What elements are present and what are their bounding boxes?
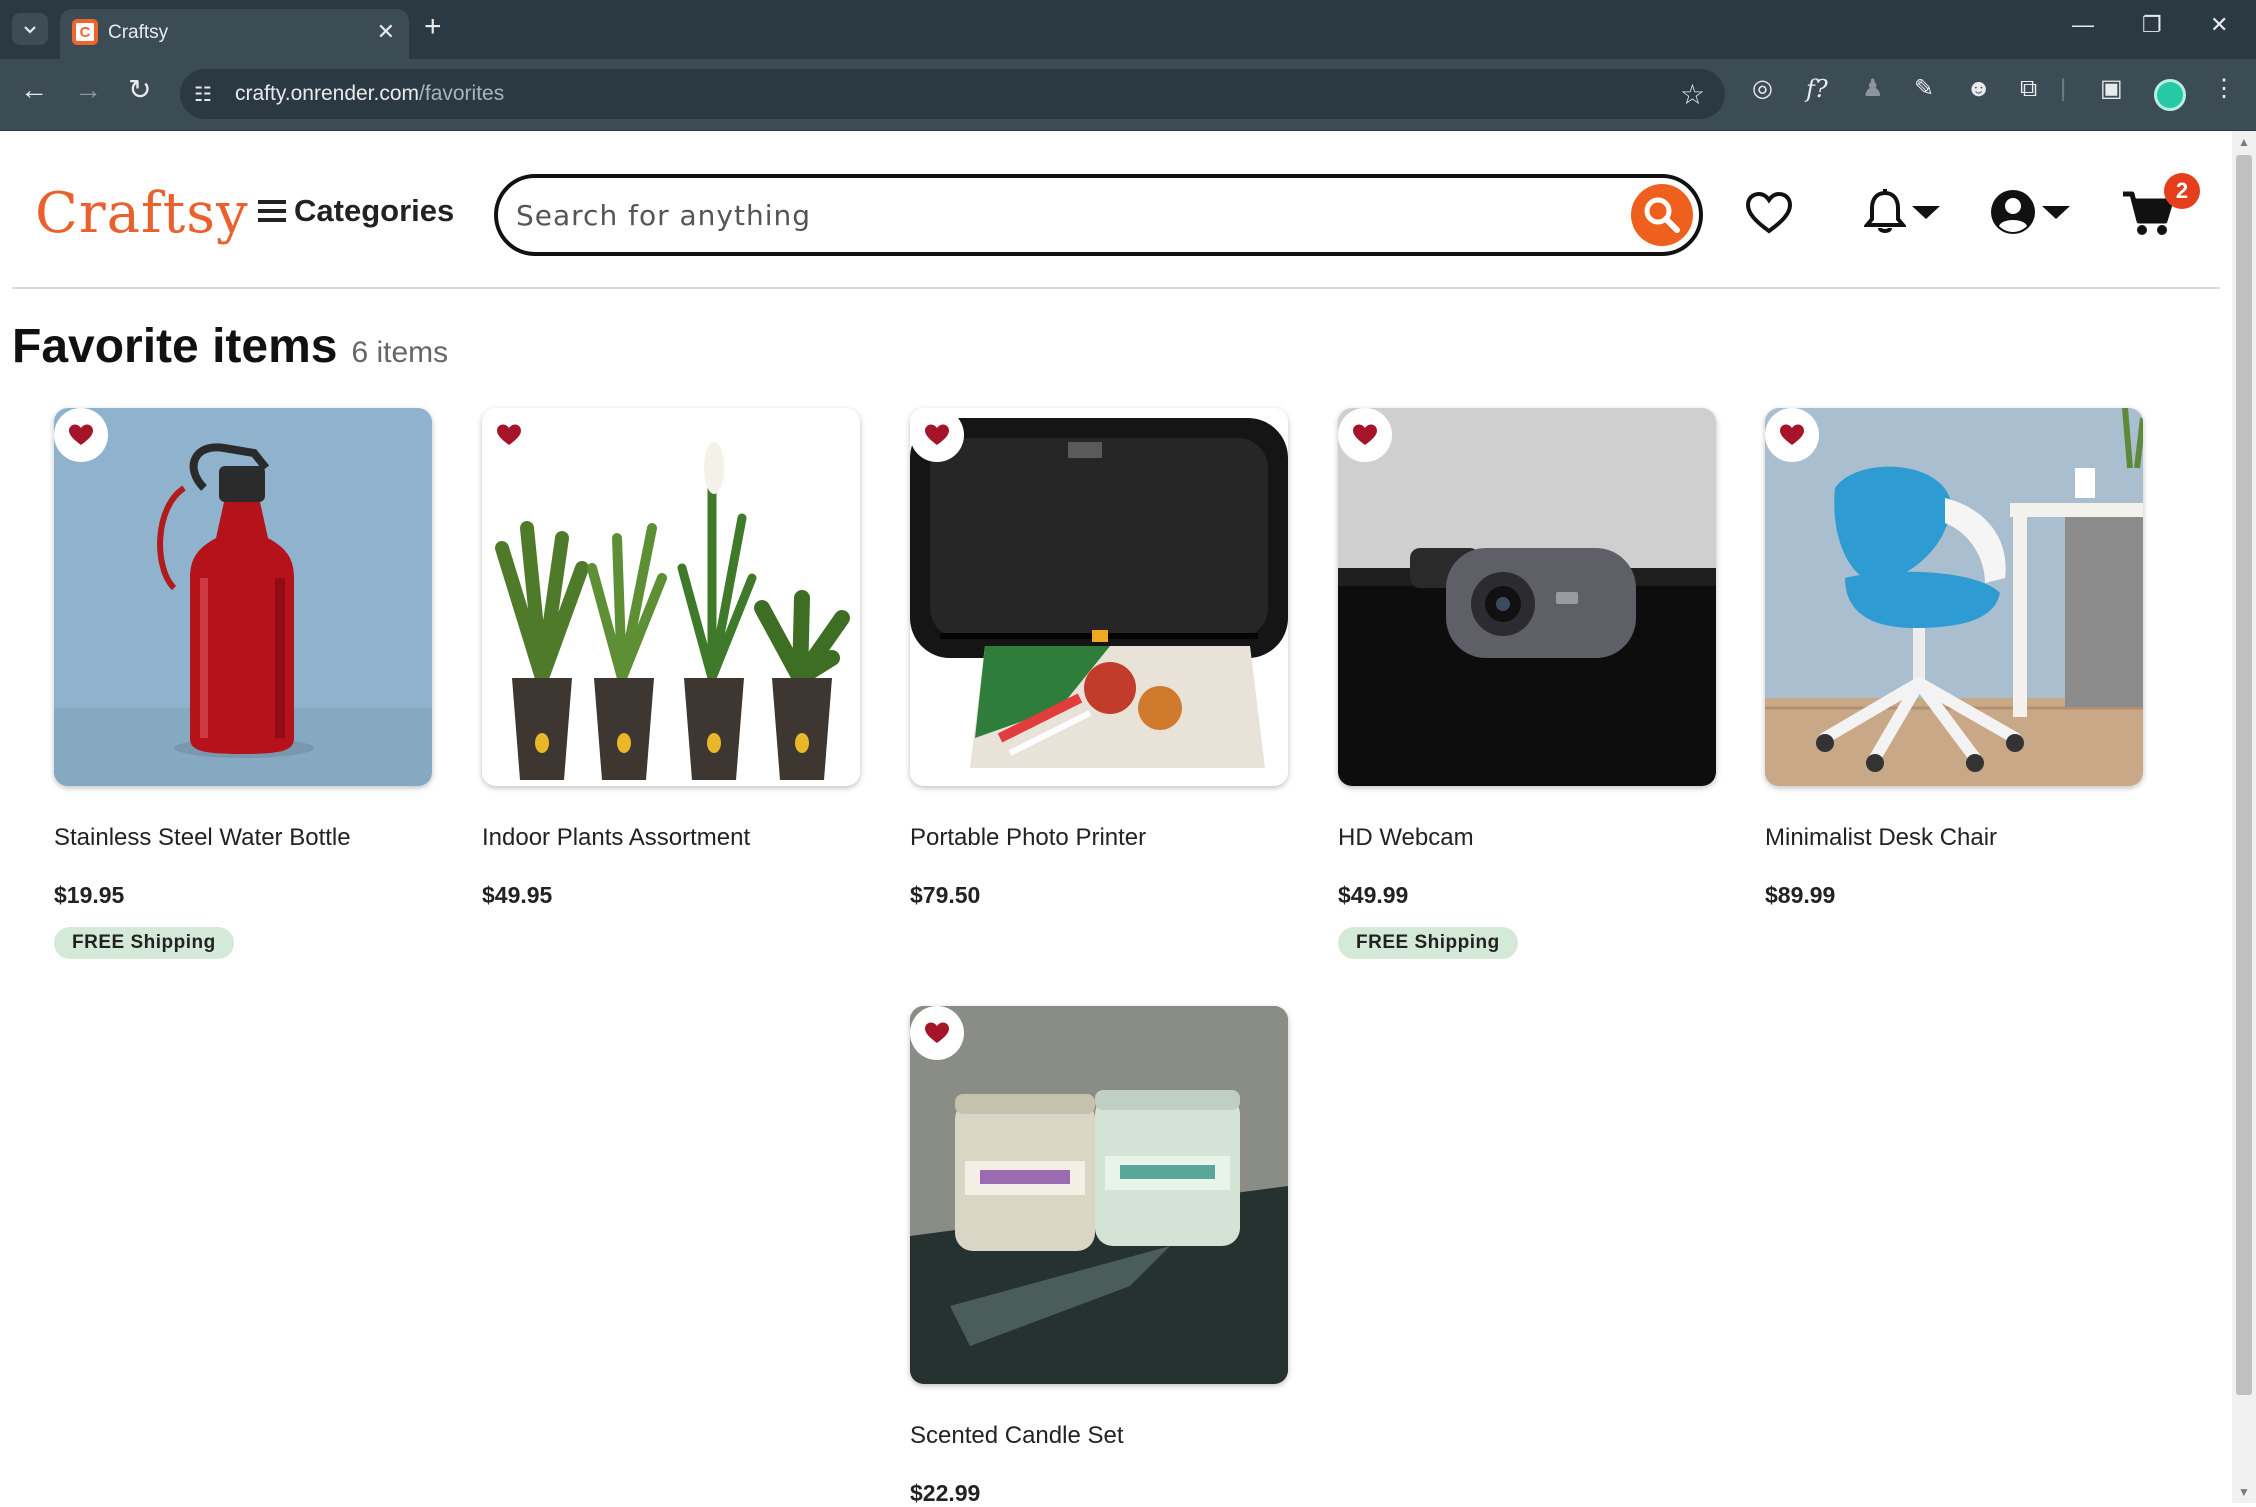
categories-label: Categories bbox=[294, 193, 455, 228]
bell-icon bbox=[1864, 189, 1906, 233]
bookmark-star-icon[interactable]: ☆ bbox=[1680, 78, 1705, 111]
scroll-thumb[interactable] bbox=[2236, 155, 2252, 1395]
favorite-toggle-button[interactable] bbox=[910, 1006, 964, 1060]
extensions-puzzle-icon[interactable]: ⧉ bbox=[2020, 77, 2037, 101]
free-shipping-badge: FREE Shipping bbox=[54, 927, 234, 959]
heart-filled-icon bbox=[1780, 424, 1804, 445]
desk-chair-image bbox=[1765, 408, 2143, 786]
browser-tab[interactable]: C Craftsy ✕ bbox=[60, 9, 409, 59]
product-title[interactable]: Scented Candle Set bbox=[910, 1422, 1288, 1450]
scroll-down-arrow-icon[interactable]: ▼ bbox=[2238, 1485, 2250, 1499]
craftsy-favicon-icon: C bbox=[72, 19, 98, 45]
favorite-toggle-button[interactable] bbox=[54, 408, 108, 462]
product-image[interactable] bbox=[910, 1006, 1288, 1384]
tab-title: Craftsy bbox=[108, 22, 169, 43]
product-price: $19.95 bbox=[54, 882, 125, 908]
product-title[interactable]: Stainless Steel Water Bottle bbox=[54, 824, 432, 852]
browser-tab-bar: C Craftsy ✕ + — ❐ ✕ bbox=[0, 0, 2256, 59]
cart-count-badge: 2 bbox=[2164, 173, 2200, 209]
caret-down-icon bbox=[2042, 206, 2070, 219]
product-title[interactable]: Indoor Plants Assortment bbox=[482, 824, 860, 852]
water-bottle-image bbox=[54, 408, 432, 786]
product-image[interactable] bbox=[1338, 408, 1716, 786]
caret-down-icon bbox=[1912, 206, 1940, 219]
restore-button[interactable]: ❐ bbox=[2142, 12, 2162, 38]
product-image[interactable] bbox=[54, 408, 432, 786]
extension-avatar-icon[interactable]: ☻ bbox=[1966, 77, 1991, 101]
favorites-heading: Favorite items 6 items bbox=[12, 319, 448, 374]
favorite-toggle-button[interactable] bbox=[1765, 408, 1819, 462]
page: Craftsy Categories 2 Favorite items 6 it… bbox=[0, 131, 2232, 1506]
product-title[interactable]: Minimalist Desk Chair bbox=[1765, 824, 2143, 852]
heart-icon bbox=[1745, 191, 1793, 234]
url-text: crafty.onrender.com/favorites bbox=[235, 82, 505, 105]
browser-menu-icon[interactable]: ⋮ bbox=[2212, 77, 2236, 101]
scroll-up-arrow-icon[interactable]: ▲ bbox=[2238, 135, 2250, 149]
product-price: $49.95 bbox=[482, 882, 553, 908]
product-price: $89.99 bbox=[1765, 882, 1836, 908]
search-bar bbox=[494, 174, 1703, 256]
product-image[interactable] bbox=[482, 408, 860, 786]
product-price: $79.50 bbox=[910, 882, 981, 908]
heart-filled-icon bbox=[69, 424, 93, 445]
favorite-toggle-button[interactable] bbox=[910, 408, 964, 462]
heart-filled-icon bbox=[925, 424, 949, 445]
free-shipping-badge: FREE Shipping bbox=[1338, 927, 1518, 959]
product-card[interactable]: Indoor Plants Assortment $49.95 bbox=[482, 408, 860, 909]
product-title[interactable]: Portable Photo Printer bbox=[910, 824, 1288, 852]
search-icon bbox=[1644, 197, 1680, 233]
product-image[interactable] bbox=[1765, 408, 2143, 786]
browser-toolbar: ← → ↻ ☷ crafty.onrender.com/favorites ☆ … bbox=[0, 59, 2256, 131]
reload-button[interactable]: ↻ bbox=[128, 76, 151, 104]
forward-button[interactable]: → bbox=[74, 76, 102, 104]
heart-filled-icon bbox=[925, 1022, 949, 1043]
indoor-plants-image bbox=[482, 408, 860, 786]
favorites-button[interactable] bbox=[1745, 191, 1793, 235]
categories-menu-button[interactable]: Categories bbox=[258, 193, 454, 229]
product-card[interactable]: Stainless Steel Water Bottle $19.95 FREE… bbox=[54, 408, 432, 959]
heart-filled-icon bbox=[1353, 424, 1377, 445]
new-tab-button[interactable]: + bbox=[424, 10, 442, 44]
heart-filled-icon bbox=[497, 424, 521, 445]
product-title[interactable]: HD Webcam bbox=[1338, 824, 1716, 852]
notifications-button[interactable] bbox=[1864, 189, 1940, 235]
address-bar[interactable]: ☷ crafty.onrender.com/favorites ☆ bbox=[180, 69, 1725, 119]
favorite-toggle-button[interactable] bbox=[482, 408, 536, 462]
product-card[interactable]: Minimalist Desk Chair $89.99 bbox=[1765, 408, 2143, 909]
back-button[interactable]: ← bbox=[20, 76, 48, 104]
photo-printer-image bbox=[910, 408, 1288, 786]
search-button[interactable] bbox=[1631, 184, 1693, 246]
side-panel-icon[interactable]: ▣ bbox=[2100, 77, 2123, 101]
toolbar-separator: | bbox=[2060, 75, 2067, 102]
chevron-down-icon bbox=[24, 26, 36, 34]
user-icon bbox=[1991, 190, 2035, 234]
page-title: Favorite items bbox=[12, 320, 338, 373]
product-card[interactable]: HD Webcam $49.99 FREE Shipping bbox=[1338, 408, 1716, 959]
page-scrollbar[interactable]: ▲ ▼ bbox=[2232, 131, 2256, 1503]
window-close-button[interactable]: ✕ bbox=[2210, 12, 2228, 38]
tab-search-button[interactable] bbox=[12, 13, 48, 45]
product-price: $49.99 bbox=[1338, 882, 1409, 908]
account-button[interactable] bbox=[1990, 189, 2070, 235]
product-card[interactable]: Scented Candle Set $22.99 bbox=[910, 1006, 1288, 1507]
extension-puppet-icon[interactable]: ♟ bbox=[1862, 77, 1884, 101]
header-divider bbox=[12, 287, 2220, 289]
search-input[interactable] bbox=[516, 192, 1596, 238]
profile-avatar[interactable] bbox=[2154, 79, 2186, 111]
candle-set-image bbox=[910, 1006, 1288, 1384]
extension-target-icon[interactable]: ◎ bbox=[1752, 77, 1773, 101]
minimize-button[interactable]: — bbox=[2072, 12, 2094, 38]
site-logo[interactable]: Craftsy bbox=[35, 181, 249, 246]
tab-close-icon[interactable]: ✕ bbox=[377, 19, 395, 45]
product-card[interactable]: Portable Photo Printer $79.50 bbox=[910, 408, 1288, 909]
site-info-icon[interactable]: ☷ bbox=[194, 82, 212, 107]
favorite-toggle-button[interactable] bbox=[1338, 408, 1392, 462]
product-image[interactable] bbox=[910, 408, 1288, 786]
hamburger-icon bbox=[258, 200, 286, 222]
extension-formula-icon[interactable]: f? bbox=[1806, 77, 1828, 101]
item-count: 6 items bbox=[351, 336, 449, 369]
webcam-image bbox=[1338, 408, 1716, 786]
extension-eyedropper-icon[interactable]: ✎ bbox=[1914, 77, 1934, 101]
